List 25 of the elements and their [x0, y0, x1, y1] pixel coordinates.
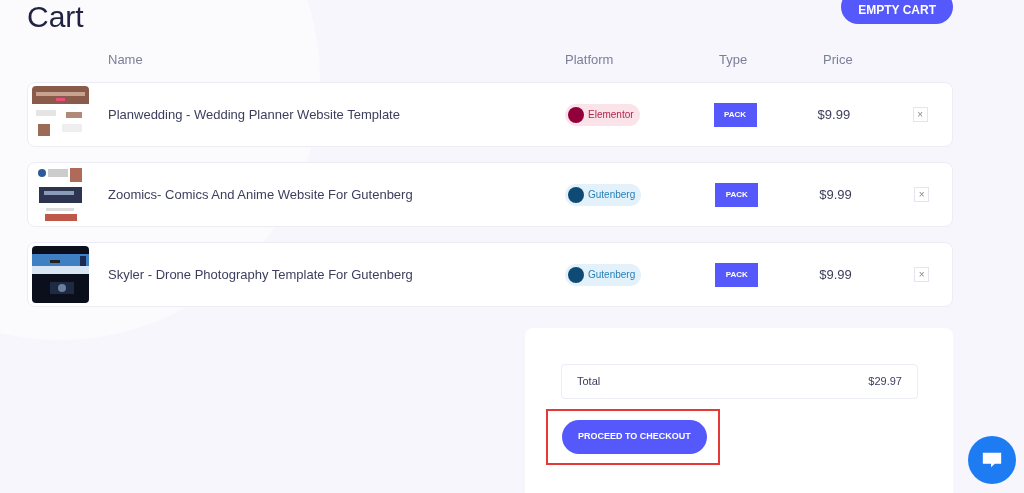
product-name: Planwedding - Wedding Planner Website Template: [108, 105, 401, 124]
remove-button[interactable]: ×: [914, 187, 930, 202]
product-name: Skyler - Drone Photography Template For Gutenberg: [108, 265, 414, 284]
platform-label: Gutenberg: [588, 268, 636, 282]
page-title: Cart: [27, 0, 84, 34]
column-header: Type: [719, 51, 749, 70]
price: $9.99: [819, 185, 853, 204]
price: $9.99: [817, 105, 852, 124]
type-badge: PACK: [715, 182, 759, 207]
platform-label: Gutenberg: [588, 188, 636, 202]
total-label: Total: [577, 374, 601, 390]
remove-button[interactable]: ×: [912, 107, 928, 122]
type-badge: PACK: [715, 262, 759, 287]
remove-button[interactable]: ×: [914, 267, 930, 282]
checkout-button[interactable]: PROCEED TO CHECKOUT: [562, 420, 707, 454]
platform-label: Elementor: [588, 108, 634, 122]
product-name: Zoomics- Comics And Anime Website For Gutenberg: [108, 185, 414, 204]
total-value: $29.97: [868, 374, 902, 390]
type-badge: PACK: [713, 102, 757, 127]
price: $9.99: [819, 265, 853, 284]
chat-button[interactable]: [968, 436, 1016, 484]
column-header: Platform: [565, 51, 615, 70]
column-header: Price: [823, 51, 853, 70]
empty-cart-button[interactable]: EMPTY CART: [841, 0, 953, 24]
column-header: Name: [108, 51, 144, 70]
